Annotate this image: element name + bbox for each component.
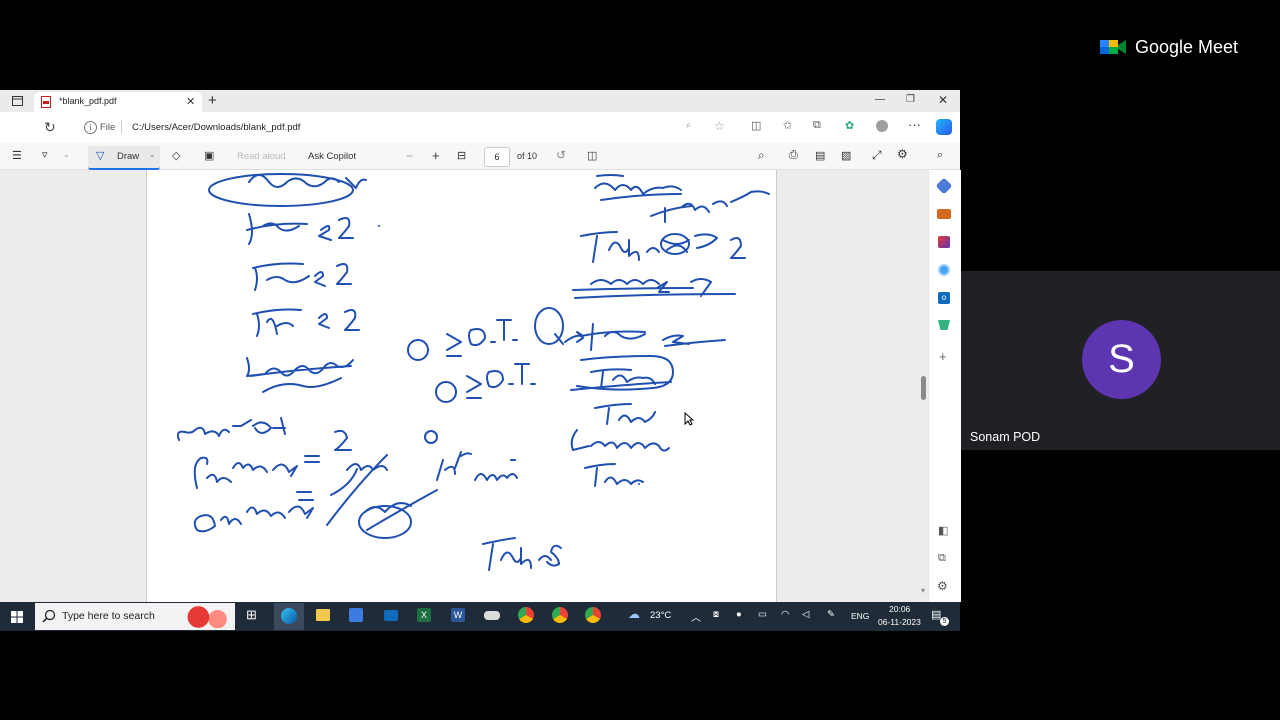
edge-sidebar bbox=[928, 170, 961, 602]
task-view-icon[interactable]: ⊞ bbox=[246, 607, 257, 623]
eraser-icon[interactable]: ◇ bbox=[172, 149, 180, 162]
tray-battery-icon[interactable]: ▭ bbox=[758, 609, 767, 620]
tray-wifi-icon[interactable]: ◠ bbox=[781, 609, 789, 620]
sidebar-toolbox-icon[interactable] bbox=[937, 209, 951, 219]
favorites-icon[interactable]: ✩ bbox=[783, 119, 792, 132]
excel-icon[interactable]: X bbox=[417, 608, 431, 622]
mouse-cursor-icon bbox=[684, 411, 695, 426]
window-close-icon[interactable]: ✕ bbox=[938, 93, 948, 107]
ask-copilot-button[interactable]: Ask Copilot bbox=[308, 151, 356, 162]
search-highlight-icon[interactable] bbox=[184, 606, 232, 628]
avatar-initial: S bbox=[1108, 337, 1135, 381]
scrollbar-thumb[interactable] bbox=[921, 376, 926, 400]
extensions-icon[interactable]: ✿ bbox=[845, 119, 854, 132]
split-screen-icon[interactable]: ◫ bbox=[751, 119, 761, 132]
sidebar-search-icon[interactable]: ⌕ bbox=[937, 149, 943, 162]
settings-icon[interactable]: ⚙ bbox=[897, 147, 908, 161]
save-icon[interactable]: ▤ bbox=[815, 149, 825, 162]
store-icon[interactable] bbox=[349, 608, 363, 622]
highlight-chevron-icon[interactable]: ⌄ bbox=[63, 150, 70, 159]
file-explorer-icon[interactable] bbox=[316, 609, 330, 621]
sidebar-outlook-icon[interactable]: o bbox=[938, 292, 950, 304]
draw-chevron-icon[interactable]: ⌄ bbox=[149, 150, 156, 159]
url-text[interactable]: C:/Users/Acer/Downloads/blank_pdf.pdf bbox=[132, 122, 300, 133]
sidebar-games-icon[interactable] bbox=[938, 236, 950, 248]
participant-avatar: S bbox=[1082, 320, 1161, 399]
google-meet-brand: Google Meet bbox=[1100, 34, 1238, 60]
tray-language[interactable]: ENG bbox=[851, 611, 869, 621]
minimize-icon[interactable]: — bbox=[875, 94, 885, 105]
close-tab-icon[interactable]: ✕ bbox=[186, 95, 195, 108]
taskbar-search-placeholder: Type here to search bbox=[62, 610, 155, 622]
collections-icon[interactable]: ⧉ bbox=[813, 119, 821, 132]
chrome-icon-2[interactable] bbox=[552, 607, 568, 623]
new-tab-icon[interactable]: + bbox=[208, 92, 217, 109]
scroll-down-icon[interactable]: ▾ bbox=[921, 586, 925, 595]
pdf-file-icon bbox=[41, 95, 52, 108]
tab-actions-icon[interactable] bbox=[10, 94, 24, 108]
refresh-icon[interactable]: ↻ bbox=[44, 119, 56, 136]
pdf-page[interactable] bbox=[146, 170, 777, 602]
chrome-icon-1[interactable] bbox=[518, 607, 534, 623]
clock-time[interactable]: 20:06 bbox=[889, 604, 910, 614]
zoom-in-button[interactable]: + bbox=[432, 148, 440, 163]
weather-temperature[interactable]: 23°C bbox=[650, 610, 671, 621]
sidebar-settings-icon[interactable]: ⚙ bbox=[937, 579, 948, 593]
read-aloud-button[interactable]: Read aloud bbox=[237, 151, 286, 162]
sidebar-hide-icon[interactable]: ◧ bbox=[938, 524, 948, 537]
restore-icon[interactable]: ❐ bbox=[906, 94, 915, 105]
taskbar-search-icon bbox=[42, 609, 56, 623]
notification-count: 5 bbox=[940, 617, 949, 626]
more-options-icon[interactable]: ··· bbox=[908, 117, 921, 132]
profile-avatar-icon[interactable] bbox=[876, 120, 888, 132]
mail-icon[interactable] bbox=[384, 610, 398, 621]
tray-meet-icon[interactable]: ⧇ bbox=[713, 609, 719, 620]
tray-chevron-icon[interactable]: ︿ bbox=[691, 609, 701, 624]
file-label: File bbox=[100, 122, 116, 133]
tab-title: *blank_pdf.pdf bbox=[59, 96, 117, 106]
save-as-icon[interactable]: ▧ bbox=[841, 149, 851, 162]
google-meet-logo-icon bbox=[1100, 40, 1126, 54]
info-icon[interactable]: i bbox=[84, 121, 97, 134]
app-pill-icon[interactable] bbox=[484, 611, 500, 620]
handwriting-ink bbox=[176, 173, 770, 571]
search-icon[interactable]: ⌕ bbox=[758, 148, 765, 163]
draw-label: Draw bbox=[117, 151, 140, 162]
windows-start-icon[interactable] bbox=[11, 610, 23, 623]
divider bbox=[121, 120, 122, 134]
page-view-icon[interactable]: ▣ bbox=[204, 149, 214, 162]
page-total: of 10 bbox=[517, 151, 538, 161]
fullscreen-icon[interactable]: ⤢ bbox=[872, 148, 882, 163]
copilot-icon[interactable] bbox=[936, 119, 952, 135]
tray-volume-icon[interactable]: ◁ bbox=[802, 609, 809, 620]
tray-mic-icon[interactable]: ● bbox=[736, 609, 742, 620]
google-meet-title: Google Meet bbox=[1135, 36, 1239, 57]
chrome-icon-3[interactable] bbox=[585, 607, 601, 623]
rotate-icon[interactable]: ↺ bbox=[556, 148, 566, 162]
favorite-star-icon[interactable]: ☆ bbox=[714, 119, 725, 133]
sidebar-add-icon[interactable]: + bbox=[939, 349, 947, 364]
contents-icon[interactable]: ☰ bbox=[12, 149, 22, 162]
two-page-view-icon[interactable]: ◫ bbox=[587, 149, 597, 162]
draw-pen-icon: ▽ bbox=[96, 150, 105, 162]
fit-page-icon[interactable]: ⊟ bbox=[457, 149, 466, 162]
participant-name: Sonam POD bbox=[970, 430, 1041, 444]
zoom-out-button[interactable]: − bbox=[406, 149, 413, 163]
zoom-icon[interactable]: ⌕ bbox=[686, 120, 691, 131]
print-icon[interactable]: ⎙ bbox=[789, 149, 798, 162]
tray-pen-icon[interactable]: ✎ bbox=[827, 609, 835, 620]
highlight-icon[interactable]: ▿ bbox=[42, 148, 48, 161]
edge-browser-icon bbox=[281, 608, 297, 624]
weather-icon[interactable]: ☁ bbox=[628, 607, 640, 621]
page-number-input[interactable]: 6 bbox=[484, 147, 510, 167]
clock-date[interactable]: 06-11-2023 bbox=[878, 617, 921, 627]
word-icon[interactable]: W bbox=[451, 608, 465, 622]
sidebar-m365-icon[interactable] bbox=[938, 264, 950, 276]
sidebar-external-icon[interactable]: ⧉ bbox=[938, 552, 946, 565]
